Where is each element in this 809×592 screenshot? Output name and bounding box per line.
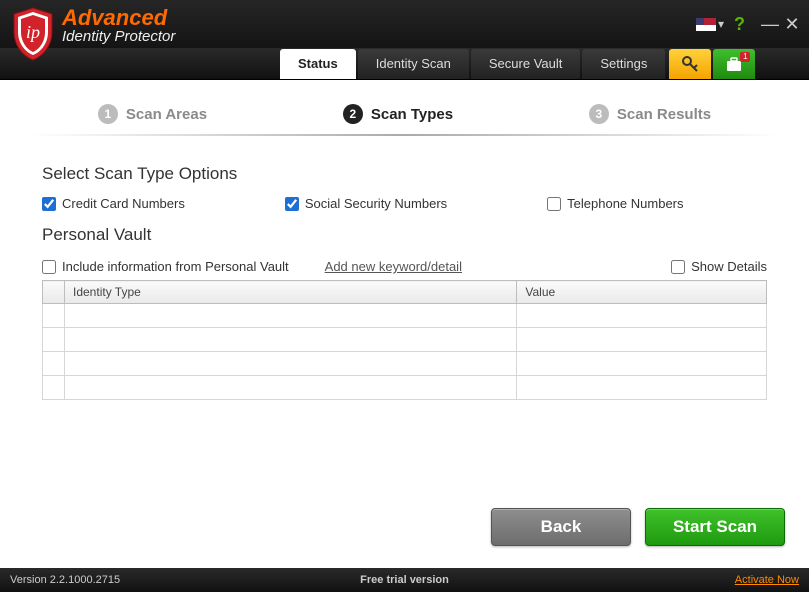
checkbox-credit-card[interactable]: Credit Card Numbers	[42, 196, 185, 211]
language-dropdown[interactable]: ▾	[718, 17, 724, 31]
titlebar: ip Advanced Identity Protector ▾ ? — ✕	[0, 0, 809, 48]
col-value[interactable]: Value	[517, 281, 767, 304]
step-scan-types[interactable]: 2 Scan Types	[343, 104, 453, 124]
minimize-button[interactable]: —	[759, 14, 781, 35]
tabbar: Status Identity Scan Secure Vault Settin…	[0, 48, 809, 80]
checkbox-show-details[interactable]: Show Details	[671, 259, 767, 274]
checkbox-show-details-input[interactable]	[671, 260, 685, 274]
table-row[interactable]	[43, 328, 767, 352]
vault-table: Identity Type Value	[42, 280, 767, 400]
footer-buttons: Back Start Scan	[491, 508, 785, 546]
tab-identity-scan[interactable]: Identity Scan	[358, 49, 469, 79]
version-label: Version 2.2.1000.2715	[10, 574, 120, 586]
checkbox-ssn-input[interactable]	[285, 197, 299, 211]
tab-settings[interactable]: Settings	[582, 49, 665, 79]
table-row[interactable]	[43, 376, 767, 400]
link-add-keyword[interactable]: Add new keyword/detail	[325, 259, 462, 274]
app-logo: ip Advanced Identity Protector	[0, 0, 175, 48]
help-button[interactable]: ?	[734, 14, 745, 35]
checkbox-credit-card-input[interactable]	[42, 197, 56, 211]
svg-text:ip: ip	[26, 22, 40, 42]
statusbar: Version 2.2.1000.2715 Free trial version…	[0, 568, 809, 592]
key-icon	[680, 54, 700, 74]
checkbox-include-vault[interactable]: Include information from Personal Vault	[42, 259, 289, 274]
table-row[interactable]	[43, 304, 767, 328]
col-identity-type[interactable]: Identity Type	[65, 281, 517, 304]
checkbox-include-vault-input[interactable]	[42, 260, 56, 274]
trial-label: Free trial version	[360, 574, 449, 586]
start-scan-button[interactable]: Start Scan	[645, 508, 785, 546]
heading-scan-type: Select Scan Type Options	[42, 164, 767, 184]
tab-secure-vault[interactable]: Secure Vault	[471, 49, 580, 79]
content-pane: Select Scan Type Options Credit Card Num…	[0, 136, 809, 400]
key-button[interactable]	[669, 49, 711, 79]
checkbox-telephone-input[interactable]	[547, 197, 561, 211]
table-corner	[43, 281, 65, 304]
checkbox-ssn[interactable]: Social Security Numbers	[285, 196, 447, 211]
brand-title: Advanced	[62, 7, 175, 29]
close-button[interactable]: ✕	[781, 14, 803, 35]
flag-icon[interactable]	[696, 18, 716, 31]
checkbox-telephone[interactable]: Telephone Numbers	[547, 196, 683, 211]
brand-subtitle: Identity Protector	[62, 29, 175, 44]
activate-link[interactable]: Activate Now	[735, 574, 799, 586]
cart-badge: 1	[740, 52, 750, 62]
cart-button[interactable]: 1	[713, 49, 755, 79]
tab-status[interactable]: Status	[280, 49, 356, 79]
heading-personal-vault: Personal Vault	[42, 225, 767, 245]
table-row[interactable]	[43, 352, 767, 376]
step-scan-areas[interactable]: 1 Scan Areas	[98, 104, 207, 124]
step-scan-results[interactable]: 3 Scan Results	[589, 104, 711, 124]
scan-type-options: Credit Card Numbers Social Security Numb…	[42, 196, 767, 211]
back-button[interactable]: Back	[491, 508, 631, 546]
shield-icon: ip	[10, 6, 56, 62]
wizard-steps: 1 Scan Areas 2 Scan Types 3 Scan Results	[0, 80, 809, 130]
vault-row: Include information from Personal Vault …	[42, 259, 767, 274]
